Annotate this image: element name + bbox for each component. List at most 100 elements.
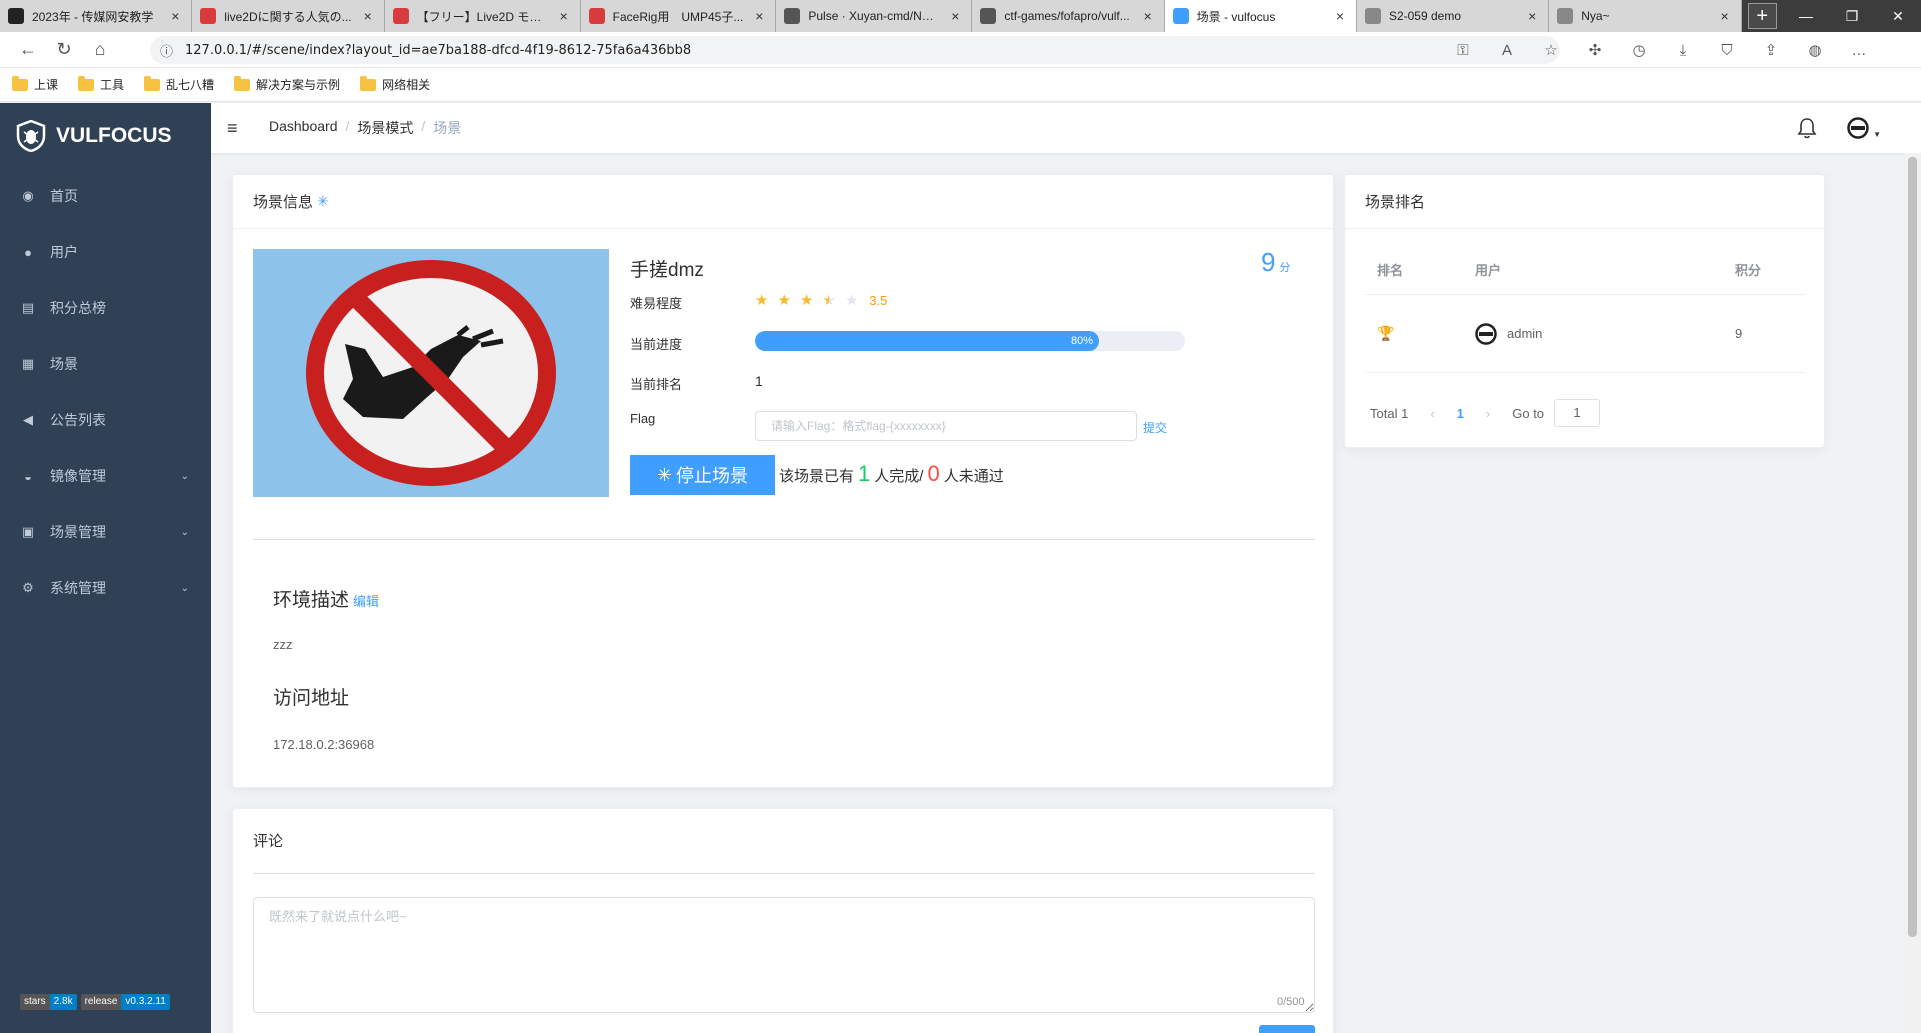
sidebar-item[interactable]: ◒ 镜像管理 ⌄ bbox=[0, 448, 211, 504]
comment-textarea[interactable] bbox=[253, 897, 1315, 1013]
next-page-icon[interactable]: › bbox=[1486, 406, 1490, 421]
download-icon[interactable]: ⤓ bbox=[1661, 42, 1705, 59]
home-icon[interactable]: ⌂ bbox=[82, 39, 118, 60]
user-name: admin bbox=[1507, 326, 1543, 341]
github-badge[interactable]: release v0.3.2.11 bbox=[80, 994, 170, 1010]
sidebar-item[interactable]: ▣ 场景管理 ⌄ bbox=[0, 504, 211, 560]
close-tab-icon[interactable]: × bbox=[1140, 8, 1156, 24]
browser-tab-bar: 2023年 - 传媒网安教学 × live2Dに関する人気の... × 【フリー】Liv… bbox=[0, 0, 1921, 32]
progress-label: 当前进度 bbox=[630, 337, 683, 352]
breadcrumb-current: 场景 bbox=[433, 120, 462, 136]
difficulty-rating: ★ ★ ★ ★ ★ 3.5 bbox=[755, 291, 887, 309]
browser-tab[interactable]: Nya~ × bbox=[1549, 0, 1742, 32]
browser-tab[interactable]: Pulse · Xuyan-cmd/Net... × bbox=[776, 0, 973, 32]
share-icon[interactable]: ⇪ bbox=[1749, 41, 1793, 59]
close-tab-icon[interactable]: × bbox=[1332, 8, 1348, 24]
key-icon[interactable]: ⚿ bbox=[1441, 42, 1485, 59]
browser-tab[interactable]: 【フリー】Live2D モデ... × bbox=[384, 0, 581, 32]
star-icon[interactable]: ★ bbox=[822, 291, 835, 309]
hamburger-menu-icon[interactable]: ≡ bbox=[227, 118, 247, 139]
shield-guard-icon[interactable]: ⛉ bbox=[1705, 42, 1749, 59]
profile-avatar-icon[interactable]: ◍ bbox=[1793, 41, 1837, 59]
comments-card: 评论 0/500 bbox=[232, 808, 1334, 1033]
prev-page-icon[interactable]: ‹ bbox=[1430, 406, 1434, 421]
browser-tab[interactable]: S2-059 demo × bbox=[1356, 0, 1550, 32]
history-icon[interactable]: ◷ bbox=[1617, 41, 1661, 59]
restore-icon[interactable]: ❐ bbox=[1829, 8, 1875, 25]
tab-title: live2Dに関する人気の... bbox=[224, 9, 352, 24]
bookmark-folder[interactable]: 乱七八糟 bbox=[144, 75, 214, 93]
avatar-icon bbox=[1847, 117, 1869, 139]
flag-input[interactable] bbox=[755, 411, 1137, 441]
card-title: 场景信息 bbox=[253, 194, 314, 211]
browser-tab[interactable]: 2023年 - 传媒网安教学 × bbox=[0, 0, 193, 32]
pagination: Total 1 ‹ 1 › Go to 1 bbox=[1370, 399, 1601, 427]
address-bar: ← ↻ ⌂ ⓘ 127.0.0.1/#/scene/index?layout_i… bbox=[0, 32, 1921, 68]
brand-logo[interactable]: VULFOCUS bbox=[0, 103, 211, 168]
browser-tab[interactable]: ctf-games/fofapro/vulf... × bbox=[972, 0, 1165, 32]
star-icon[interactable]: ★ bbox=[755, 291, 768, 309]
sidebar-item[interactable]: ● 用户 bbox=[0, 224, 211, 280]
url-text[interactable]: 127.0.0.1/#/scene/index?layout_id=ae7ba1… bbox=[185, 43, 691, 58]
bookmark-folder[interactable]: 网络相关 bbox=[360, 75, 430, 93]
info-icon[interactable]: ⓘ bbox=[160, 41, 173, 60]
breadcrumb: Dashboard / 场景模式 / 场景 bbox=[269, 118, 461, 138]
env-description-text: zzz bbox=[273, 637, 293, 652]
env-description-title: 环境描述 编辑 bbox=[273, 585, 379, 612]
star-icon[interactable]: ★ bbox=[845, 291, 858, 309]
user-avatar-dropdown[interactable]: ▼ bbox=[1847, 117, 1881, 139]
back-icon[interactable]: ← bbox=[10, 39, 46, 60]
sidebar-item[interactable]: ▤ 积分总榜 bbox=[0, 280, 211, 336]
access-address-text[interactable]: 172.18.0.2:36968 bbox=[273, 737, 374, 752]
trophy-icon: 🏆 bbox=[1377, 325, 1395, 341]
close-tab-icon[interactable]: × bbox=[360, 8, 376, 24]
minimize-icon[interactable]: — bbox=[1783, 8, 1829, 24]
chevron-down-icon: ⌄ bbox=[180, 582, 189, 594]
tab-title: Nya~ bbox=[1581, 9, 1610, 23]
stop-scene-button[interactable]: ✳ 停止场景 bbox=[630, 455, 775, 495]
breadcrumb-item[interactable]: 场景模式 bbox=[357, 118, 413, 138]
breadcrumb-separator: / bbox=[421, 118, 426, 134]
bookmark-folder[interactable]: 工具 bbox=[78, 75, 124, 93]
folder-icon bbox=[360, 75, 377, 91]
close-tab-icon[interactable]: × bbox=[947, 8, 963, 24]
submit-flag-link[interactable]: 提交 bbox=[1143, 419, 1167, 436]
close-tab-icon[interactable]: × bbox=[1524, 8, 1540, 24]
extensions-icon[interactable]: ✣ bbox=[1573, 41, 1617, 59]
breadcrumb-item[interactable]: Dashboard bbox=[269, 118, 338, 138]
browser-tab[interactable]: 场景 - vulfocus × bbox=[1164, 0, 1357, 32]
close-tab-icon[interactable]: × bbox=[167, 8, 183, 24]
browser-tab[interactable]: live2Dに関する人気の... × bbox=[192, 0, 385, 32]
goto-input[interactable]: 1 bbox=[1554, 399, 1601, 427]
close-tab-icon[interactable]: × bbox=[556, 8, 572, 24]
close-window-icon[interactable]: ✕ bbox=[1875, 8, 1921, 25]
read-aloud-icon[interactable]: A bbox=[1485, 42, 1529, 59]
sidebar-item[interactable]: ◉ 首页 bbox=[0, 168, 211, 224]
star-icon[interactable]: ★ bbox=[800, 291, 813, 309]
github-badge[interactable]: stars 2.8k bbox=[20, 994, 77, 1010]
page-scrollbar[interactable] bbox=[1904, 153, 1921, 1033]
tab-title: S2-059 demo bbox=[1388, 9, 1461, 23]
page-number[interactable]: 1 bbox=[1457, 406, 1464, 421]
sidebar-item[interactable]: ◀ 公告列表 bbox=[0, 392, 211, 448]
bell-icon[interactable] bbox=[1797, 117, 1817, 139]
favorite-star-icon[interactable]: ☆ bbox=[1529, 41, 1573, 59]
browser-tab[interactable]: FaceRig用 UMP45子... × bbox=[580, 0, 777, 32]
submit-comment-button[interactable] bbox=[1259, 1025, 1315, 1033]
bookmark-folder[interactable]: 上课 bbox=[12, 75, 58, 93]
close-tab-icon[interactable]: × bbox=[751, 8, 767, 24]
new-tab-button[interactable]: + bbox=[1747, 3, 1777, 29]
scrollbar-thumb[interactable] bbox=[1908, 157, 1917, 937]
more-menu-icon[interactable]: … bbox=[1837, 42, 1881, 59]
ranking-table: 排名 用户 积分 🏆 admin 9 bbox=[1365, 245, 1805, 373]
url-field[interactable]: ⓘ 127.0.0.1/#/scene/index?layout_id=ae7b… bbox=[150, 36, 1560, 64]
edit-link[interactable]: 编辑 bbox=[353, 594, 379, 609]
sidebar-badges: stars 2.8k release v0.3.2.11 bbox=[20, 994, 170, 1010]
refresh-icon[interactable]: ↻ bbox=[46, 39, 82, 60]
close-tab-icon[interactable]: × bbox=[1717, 8, 1733, 24]
sidebar-item[interactable]: ⚙ 系统管理 ⌄ bbox=[0, 560, 211, 616]
sidebar-item[interactable]: ▦ 场景 bbox=[0, 336, 211, 392]
bookmark-folder[interactable]: 解决方案与示例 bbox=[234, 75, 340, 93]
failed-count: 0 bbox=[927, 461, 940, 486]
star-icon[interactable]: ★ bbox=[777, 291, 790, 309]
